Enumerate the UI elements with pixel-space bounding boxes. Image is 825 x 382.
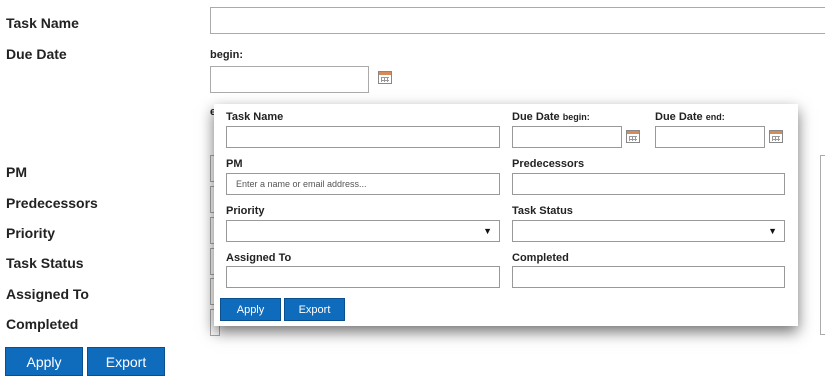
- predecessors-label: Predecessors: [6, 195, 98, 211]
- panel-completed-label: Completed: [512, 252, 569, 264]
- priority-label: Priority: [6, 225, 56, 241]
- pm-label: PM: [6, 164, 27, 180]
- export-button[interactable]: Export: [87, 347, 165, 376]
- panel-due-date-label: Due Date: [655, 111, 703, 123]
- panel-pm-input[interactable]: Enter a name or email address...: [226, 173, 500, 195]
- calendar-icon[interactable]: [769, 130, 783, 143]
- panel-completed-input[interactable]: [512, 266, 785, 288]
- panel-priority-label: Priority: [226, 205, 265, 217]
- panel-priority-select[interactable]: ▼: [226, 220, 500, 242]
- panel-due-date-end-label: Due Date end:: [655, 111, 725, 123]
- panel-assigned-to-label: Assigned To: [226, 252, 292, 264]
- panel-predecessors-input[interactable]: [512, 173, 785, 195]
- panel-predecessors-label: Predecessors: [512, 158, 585, 170]
- calendar-icon[interactable]: [378, 71, 392, 84]
- panel-task-name-label: Task Name: [226, 111, 284, 123]
- panel-task-name-input[interactable]: [226, 126, 500, 148]
- task-status-label: Task Status: [6, 255, 84, 271]
- completed-label: Completed: [6, 316, 79, 332]
- panel-begin-sublabel: begin:: [562, 112, 590, 122]
- panel-due-date-begin-input[interactable]: [512, 126, 622, 148]
- task-name-input[interactable]: [210, 7, 825, 34]
- panel-task-status-label: Task Status: [512, 205, 573, 217]
- chevron-down-icon: ▼: [483, 226, 492, 236]
- panel-task-status-select[interactable]: ▼: [512, 220, 785, 242]
- calendar-icon[interactable]: [626, 130, 640, 143]
- apply-button[interactable]: Apply: [5, 347, 83, 376]
- task-name-label: Task Name: [6, 15, 79, 31]
- panel-pm-label: PM: [226, 158, 243, 170]
- panel-apply-button[interactable]: Apply: [220, 298, 281, 321]
- panel-due-date-end-input[interactable]: [655, 126, 765, 148]
- panel-due-date-label: Due Date: [512, 111, 560, 123]
- due-date-label: Due Date: [6, 46, 67, 62]
- panel-end-sublabel: end:: [705, 112, 725, 122]
- panel-assigned-to-input[interactable]: [226, 266, 500, 288]
- panel-export-button[interactable]: Export: [284, 298, 345, 321]
- due-date-begin-input[interactable]: [210, 66, 369, 93]
- chevron-down-icon: ▼: [768, 226, 777, 236]
- filter-panel: Task Name Due Date begin: Due Date end: …: [214, 104, 798, 326]
- assigned-to-label: Assigned To: [6, 286, 89, 302]
- due-date-begin-label: begin:: [210, 49, 243, 61]
- panel-due-date-begin-label: Due Date begin:: [512, 111, 590, 123]
- background-input-edges: [820, 155, 825, 335]
- pm-placeholder: Enter a name or email address...: [236, 179, 367, 189]
